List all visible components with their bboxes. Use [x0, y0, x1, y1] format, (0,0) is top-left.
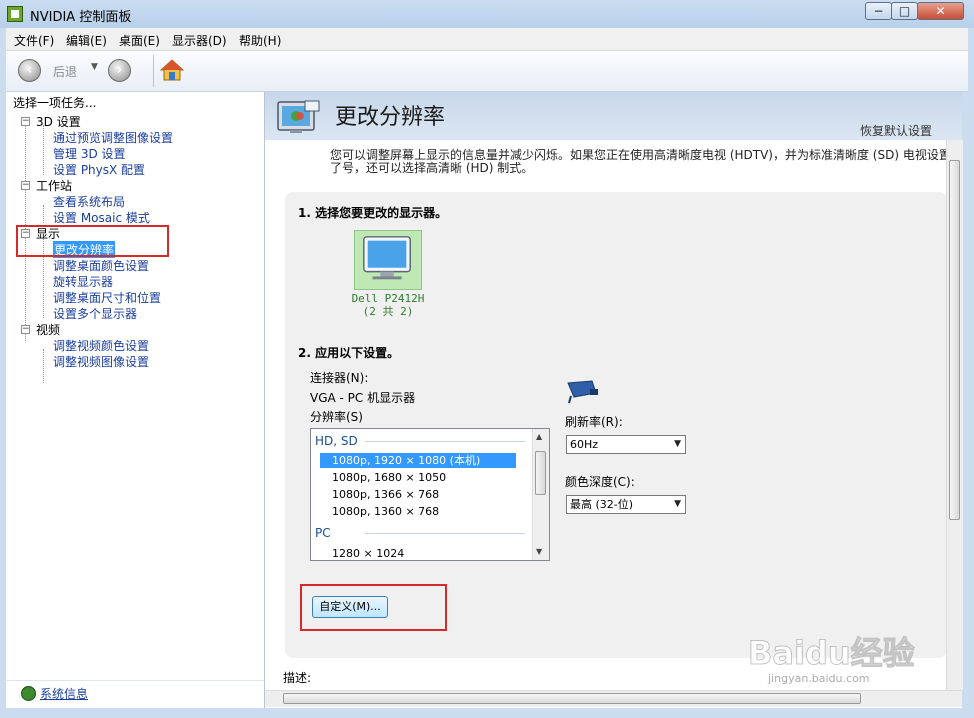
- connector-label: 连接器(N):: [310, 371, 369, 385]
- home-icon[interactable]: [160, 58, 184, 82]
- dropdown-arrow-icon: ▼: [674, 439, 681, 449]
- menu-display[interactable]: 显示器(D): [172, 32, 227, 49]
- toolbar-separator: [153, 55, 154, 87]
- monitor-caption[interactable]: Dell P2412H (2 共 2): [345, 292, 431, 318]
- watermark-url: jingyan.baidu.com: [768, 672, 870, 685]
- forward-button[interactable]: ›: [108, 59, 131, 82]
- toolbar: ‹ 后退 ▼ ›: [6, 51, 968, 92]
- group-header-hd-sd: HD, SD: [315, 434, 525, 448]
- color-depth-value: 最高 (32-位): [570, 498, 634, 511]
- nvidia-control-panel-window: NVIDIA 控制面板 − □ ✕ 文件(F) 编辑(E) 桌面(E) 显示器(…: [0, 0, 974, 718]
- task-pane: 选择一项任务... − 3D 设置 通过预览调整图像设置 管理 3D 设置 设置…: [6, 92, 265, 708]
- resolution-listbox[interactable]: HD, SD 1080p, 1920 × 1080 (本机) 1080p, 16…: [310, 428, 550, 561]
- settings-panel: 1. 选择您要更改的显示器。 Dell P2412H (2 共 2) 2. 应用…: [285, 192, 947, 658]
- content-horizontal-scrollbar[interactable]: [265, 690, 962, 707]
- task-video-color[interactable]: 调整视频颜色设置: [53, 337, 149, 354]
- system-info-bar: 系统信息: [6, 680, 264, 707]
- expander-3d[interactable]: −: [21, 117, 30, 126]
- content-vertical-scroll-thumb[interactable]: [949, 160, 960, 520]
- menu-edit[interactable]: 编辑(E): [66, 32, 107, 49]
- connector-value: VGA - PC 机显示器: [310, 391, 416, 405]
- menu-help[interactable]: 帮助(H): [239, 32, 281, 49]
- resolution-option-selected[interactable]: 1080p, 1920 × 1080 (本机): [320, 453, 516, 468]
- monitor-icon: [363, 236, 411, 280]
- task-desktop-color[interactable]: 调整桌面颜色设置: [53, 257, 149, 274]
- task-mosaic-mode[interactable]: 设置 Mosaic 模式: [53, 209, 150, 226]
- system-info-link[interactable]: 系统信息: [40, 685, 88, 702]
- expander-workstation[interactable]: −: [21, 181, 30, 190]
- menu-file[interactable]: 文件(F): [14, 32, 54, 49]
- task-manage-3d-settings[interactable]: 管理 3D 设置: [53, 145, 126, 162]
- close-button[interactable]: ✕: [917, 2, 964, 20]
- back-button[interactable]: ‹: [18, 59, 41, 82]
- description-label: 描述:: [283, 671, 312, 685]
- history-dropdown-icon[interactable]: ▼: [91, 62, 98, 72]
- highlight-box-resolution-task: [16, 225, 169, 257]
- expander-video[interactable]: −: [21, 325, 30, 334]
- window-title: NVIDIA 控制面板: [30, 10, 132, 25]
- back-label[interactable]: 后退: [53, 63, 77, 80]
- content-vertical-scrollbar[interactable]: [946, 140, 963, 690]
- monitor-name: Dell P2412H: [351, 292, 425, 305]
- refresh-rate-label: 刷新率(R):: [565, 415, 623, 429]
- task-multiple-displays[interactable]: 设置多个显示器: [53, 305, 137, 322]
- resolution-label: 分辨率(S): [310, 410, 363, 424]
- scroll-thumb[interactable]: [535, 451, 546, 495]
- category-workstation[interactable]: 工作站: [36, 177, 72, 194]
- step-2-heading: 2. 应用以下设置。: [298, 346, 400, 360]
- refresh-rate-dropdown[interactable]: 60Hz ▼: [566, 435, 686, 454]
- resolution-option[interactable]: 1080p, 1680 × 1050: [320, 470, 516, 485]
- nvidia-app-icon: [7, 6, 23, 22]
- scroll-down-arrow-icon[interactable]: ▼: [536, 547, 542, 556]
- baidu-jingyan-watermark: Baidu经验 jingyan.baidu.com: [748, 628, 928, 688]
- system-info-icon[interactable]: [21, 686, 36, 701]
- dropdown-arrow-icon: ▼: [674, 499, 681, 509]
- category-video[interactable]: 视频: [36, 321, 60, 338]
- menu-bar: 文件(F) 编辑(E) 桌面(E) 显示器(D) 帮助(H): [6, 28, 968, 51]
- tree-guide: [43, 349, 44, 383]
- step-1-heading: 1. 选择您要更改的显示器。: [298, 206, 448, 220]
- task-rotate-display[interactable]: 旋转显示器: [53, 273, 113, 290]
- refresh-rate-value: 60Hz: [570, 438, 599, 451]
- content-pane: 更改分辨率 恢复默认设置 您可以调整屏幕上显示的信息量并减少闪烁。如果您正在使用…: [265, 92, 962, 708]
- monitor-index: (2 共 2): [362, 305, 414, 318]
- tree-guide: [43, 205, 44, 223]
- restore-defaults-link[interactable]: 恢复默认设置: [860, 122, 932, 139]
- resolution-option[interactable]: 1080p, 1360 × 768: [320, 504, 516, 519]
- category-3d-settings[interactable]: 3D 设置: [36, 113, 81, 130]
- page-title: 更改分辨率: [335, 105, 446, 130]
- title-bar: NVIDIA 控制面板 − □ ✕: [0, 0, 974, 28]
- watermark-text: Baidu经验: [748, 634, 916, 673]
- monitor-selector-tile[interactable]: [354, 230, 422, 290]
- resolution-option[interactable]: 1080p, 1366 × 768: [320, 487, 516, 502]
- resolution-list-scrollbar[interactable]: ▲ ▼: [532, 429, 549, 560]
- menu-desktop[interactable]: 桌面(E): [119, 32, 160, 49]
- content-horizontal-scroll-thumb[interactable]: [283, 693, 861, 704]
- group-header-pc: PC: [315, 526, 525, 540]
- vga-connector-icon: [567, 380, 598, 404]
- display-settings-icon: [277, 100, 320, 133]
- maximize-button[interactable]: □: [891, 2, 918, 20]
- task-desktop-size-position[interactable]: 调整桌面尺寸和位置: [53, 289, 161, 306]
- color-depth-dropdown[interactable]: 最高 (32-位) ▼: [566, 495, 686, 514]
- task-preview-image-settings[interactable]: 通过预览调整图像设置: [53, 129, 173, 146]
- task-system-topology[interactable]: 查看系统布局: [53, 193, 125, 210]
- page-description: 您可以调整屏幕上显示的信息量并减少闪烁。如果您正在使用高清晰度电视 (HDTV)…: [330, 148, 951, 175]
- highlight-box-customize: [300, 584, 447, 631]
- minimize-button[interactable]: −: [865, 2, 892, 20]
- page-header: 更改分辨率 恢复默认设置: [265, 92, 962, 140]
- resolution-option[interactable]: 1280 × 1024: [320, 546, 516, 560]
- color-depth-label: 颜色深度(C):: [565, 475, 635, 489]
- task-prompt: 选择一项任务...: [13, 96, 97, 110]
- scroll-up-arrow-icon[interactable]: ▲: [536, 432, 542, 441]
- task-video-image[interactable]: 调整视频图像设置: [53, 353, 149, 370]
- task-physx-config[interactable]: 设置 PhysX 配置: [53, 161, 145, 178]
- tree-guide: [43, 125, 44, 175]
